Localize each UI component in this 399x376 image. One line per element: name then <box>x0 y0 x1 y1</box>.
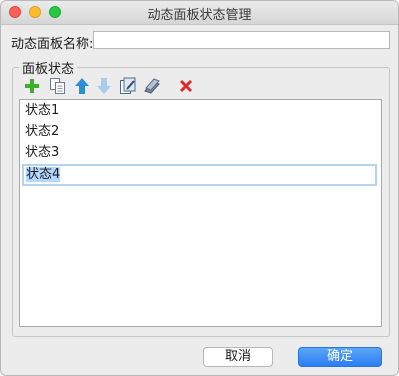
cancel-button[interactable]: 取消 <box>203 347 273 367</box>
dialog-window: 动态面板状态管理 动态面板名称: 面板状态 状态1 状态2 状态3 状态4 取消… <box>0 0 399 376</box>
move-up-button[interactable] <box>73 77 91 95</box>
duplicate-state-button[interactable] <box>49 77 67 95</box>
panel-name-label: 动态面板名称: <box>11 37 94 52</box>
state-item-4-edit-field[interactable]: 状态4 <box>22 164 377 186</box>
state-item-label: 状态2 <box>25 124 60 139</box>
panel-name-input[interactable] <box>93 31 390 49</box>
edit-state-button[interactable] <box>119 77 137 95</box>
move-down-icon <box>97 78 111 94</box>
state-item-3[interactable]: 状态3 <box>20 142 381 163</box>
state-item-label: 状态3 <box>25 145 60 160</box>
duplicate-icon <box>50 78 65 94</box>
delete-icon <box>179 79 193 93</box>
ok-button[interactable]: 确定 <box>298 347 382 367</box>
move-up-icon <box>75 78 89 94</box>
states-list[interactable]: 状态1 状态2 状态3 状态4 <box>19 99 382 327</box>
add-icon <box>25 79 39 93</box>
title-bar: 动态面板状态管理 <box>1 1 398 25</box>
state-item-label-selected: 状态4 <box>26 167 61 182</box>
edit-all-states-button[interactable] <box>143 77 161 95</box>
edit-all-icon <box>144 78 160 94</box>
state-item-2[interactable]: 状态2 <box>20 121 381 142</box>
state-item-1[interactable]: 状态1 <box>20 100 381 121</box>
delete-state-button[interactable] <box>177 77 195 95</box>
edit-state-icon <box>120 77 136 94</box>
window-title: 动态面板状态管理 <box>147 8 252 23</box>
add-state-button[interactable] <box>23 77 41 95</box>
states-group-legend: 面板状态 <box>19 58 78 77</box>
state-item-label: 状态1 <box>25 103 60 118</box>
move-down-button[interactable] <box>95 77 113 95</box>
